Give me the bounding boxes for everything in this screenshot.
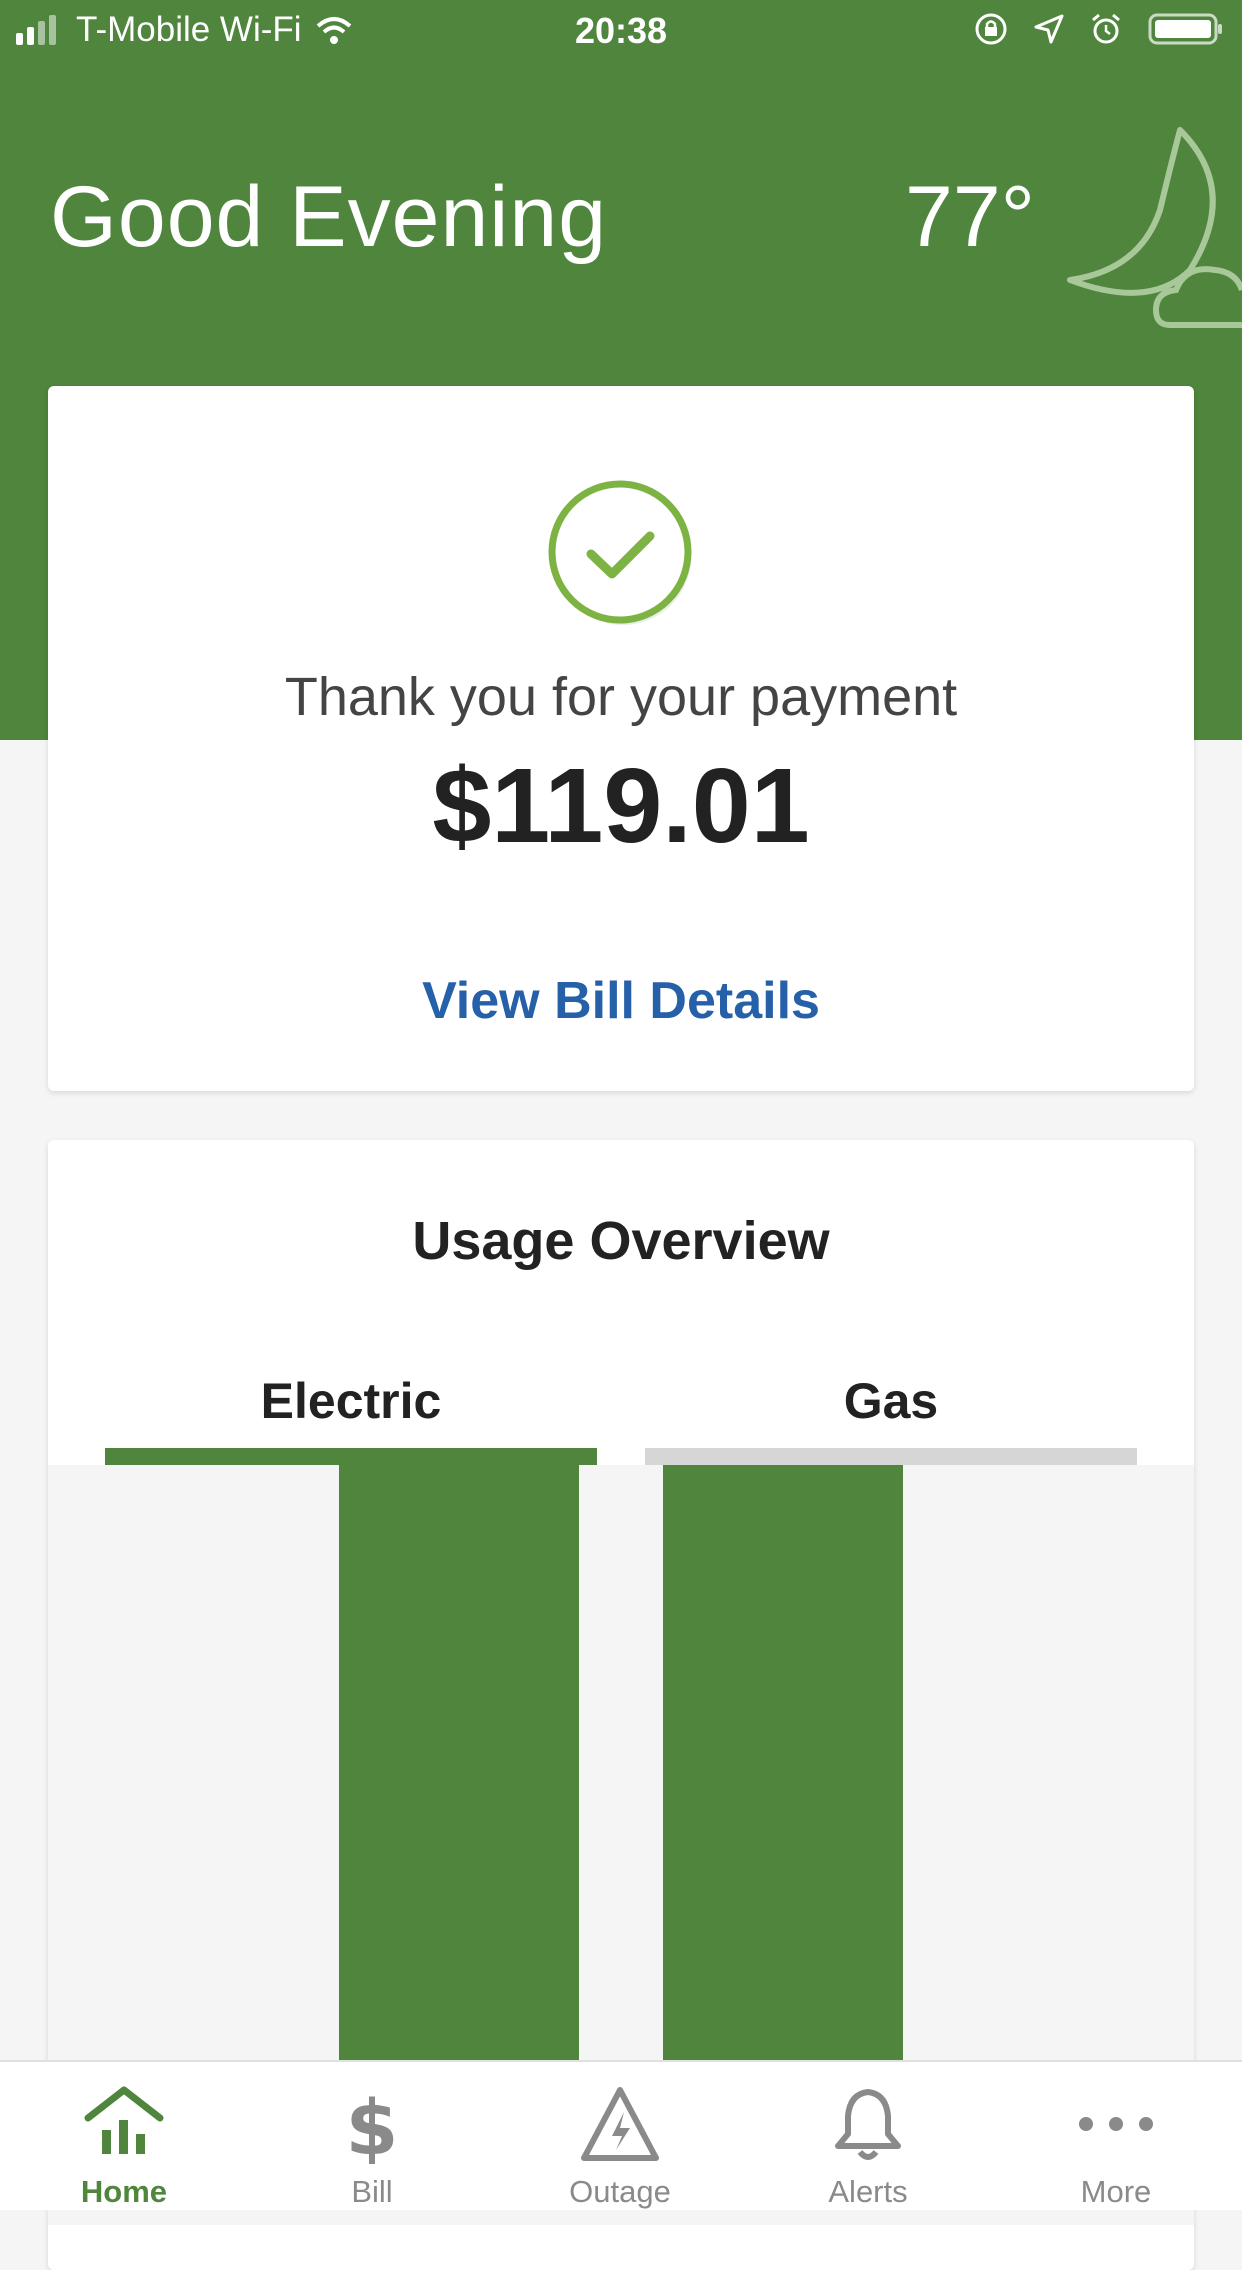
battery-icon: [1148, 13, 1222, 45]
usage-bar-2[interactable]: [663, 1465, 903, 2060]
usage-title: Usage Overview: [412, 1211, 830, 1271]
tab-home[interactable]: Home: [0, 2062, 248, 2210]
tab-gas[interactable]: Gas: [645, 1372, 1137, 1452]
usage-bar-chart: $42.48$41.12: [339, 1465, 903, 2060]
tab-gas-indicator: [645, 1448, 1137, 1465]
status-bar: T-Mobile Wi-Fi 20:38: [0, 0, 1242, 62]
svg-text:$: $: [346, 2084, 399, 2164]
home-chart-icon: [84, 2086, 164, 2154]
tab-more[interactable]: More: [992, 2062, 1240, 2210]
tab-bill-label: Bill: [351, 2174, 393, 2209]
payment-amount: $119.01: [432, 747, 810, 865]
alarm-icon: [1092, 13, 1120, 44]
dollar-icon: $: [346, 2084, 399, 2164]
greeting: Good Evening: [50, 169, 608, 265]
location-icon: [1034, 14, 1064, 44]
tab-pointer: [339, 1465, 367, 1483]
tab-alerts[interactable]: Alerts: [744, 2062, 992, 2210]
tab-home-label: Home: [80, 2174, 168, 2209]
tab-more-label: More: [1080, 2174, 1152, 2209]
tab-outage-label: Outage: [569, 2174, 671, 2209]
payment-message: Thank you for your payment: [284, 667, 958, 727]
moon-cloud-icon: [1067, 127, 1242, 328]
tab-electric[interactable]: Electric: [105, 1372, 597, 1452]
bottom-tab-bar: Home $ Bill Outage Alerts More: [0, 2060, 1242, 2210]
tab-alerts-label: Alerts: [828, 2174, 908, 2209]
temperature: 77°: [905, 169, 1036, 265]
check-circle-icon: [548, 480, 692, 625]
tab-electric-indicator: [105, 1448, 597, 1465]
outage-icon: [581, 2087, 659, 2161]
tab-bill[interactable]: $ Bill: [248, 2062, 496, 2210]
usage-bar-1[interactable]: [339, 1465, 579, 2060]
bell-icon: [835, 2089, 901, 2160]
status-right: [974, 12, 1224, 46]
payment-card: Thank you for your payment $119.01 View …: [48, 386, 1194, 1091]
rotation-lock-icon: [975, 13, 1007, 45]
tab-outage[interactable]: Outage: [496, 2062, 744, 2210]
view-bill-details-link[interactable]: View Bill Details: [48, 971, 1194, 1031]
more-dots-icon: [1079, 2117, 1153, 2131]
